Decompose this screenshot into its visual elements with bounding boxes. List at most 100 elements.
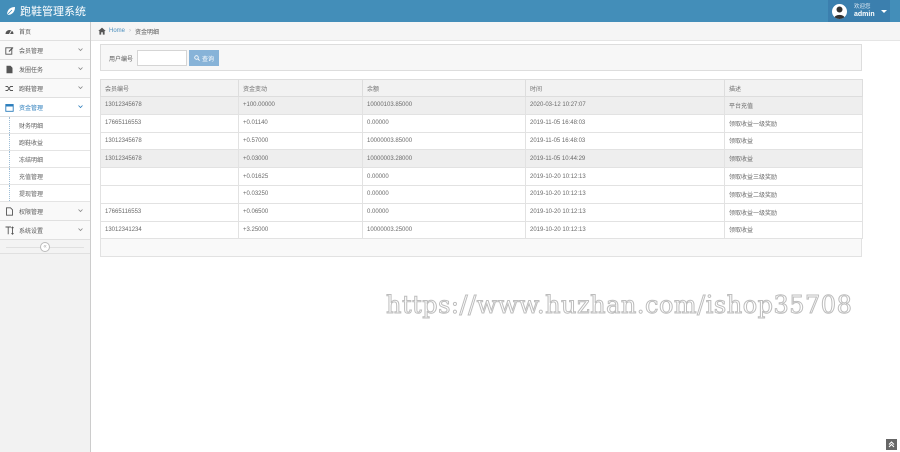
table-row[interactable]: 17665116553 +0.01140 0.00000 2019-11-05 … (100, 113, 863, 133)
sidebar-item-tasks[interactable]: 发圈任务 (0, 60, 90, 79)
caret-down-icon (880, 9, 887, 13)
breadcrumb-home[interactable]: Home (109, 28, 125, 34)
sidebar-item-funds[interactable]: 资金管理 (0, 98, 90, 117)
cell-description: 领取收益 (724, 149, 863, 169)
cell-amount-change: +0.06500 (238, 202, 363, 222)
table-row[interactable]: 17665116553 +0.06500 0.00000 2019-10-20 … (100, 202, 863, 222)
sidebar-collapse: « (0, 240, 90, 254)
chevron-down-icon (78, 105, 83, 109)
search-panel: 用户编号 查询 (100, 44, 862, 71)
cell-amount-change: +0.03000 (238, 149, 363, 169)
cell-amount-change: +100.00000 (238, 96, 363, 115)
user-menu[interactable]: 欢迎您 admin (828, 0, 890, 22)
cell-time: 2019-10-20 10:12:13 (525, 184, 725, 204)
cell-time: 2019-10-20 10:12:13 (525, 167, 725, 186)
chevron-down-icon (78, 228, 83, 232)
cell-amount-change: +0.03250 (238, 184, 363, 204)
file-alt-icon (5, 206, 14, 216)
sidebar-subitem-shoe-earnings[interactable]: 跑鞋收益 (0, 134, 90, 151)
chevron-down-icon (78, 67, 83, 71)
cell-description: 领取收益一级奖励 (724, 113, 863, 133)
cell-amount-change: +3.25000 (238, 220, 363, 240)
cell-member-id: 13012345678 (100, 131, 239, 151)
table-row[interactable]: 13012341234 +3.25000 10000003.25000 2019… (100, 220, 863, 240)
table-row[interactable]: +0.03250 0.00000 2019-10-20 10:12:13 领取收… (100, 184, 863, 204)
table-header-row: 会员编号 资金变动 余额 时间 描述 (100, 79, 863, 97)
column-header[interactable]: 余额 (362, 79, 526, 97)
sidebar-item-settings[interactable]: 系统设置 (0, 221, 90, 240)
search-icon (194, 55, 200, 61)
user-welcome: 欢迎您 (854, 4, 871, 10)
user-id-input[interactable] (137, 50, 187, 66)
cell-member-id (100, 167, 239, 186)
sidebar-item-shoes[interactable]: 跑鞋管理 (0, 79, 90, 98)
sidebar-subitem-recharge[interactable]: 充值管理 (0, 168, 90, 185)
chevron-down-icon (78, 48, 83, 52)
cell-balance: 10000003.25000 (362, 220, 526, 240)
sidebar-subitem-finance-detail[interactable]: 财务明细 (0, 117, 90, 134)
column-header[interactable]: 会员编号 (100, 79, 239, 97)
sidebar-subitem-frozen-detail[interactable]: 冻结明细 (0, 151, 90, 168)
cell-description: 领取收益一级奖励 (724, 202, 863, 222)
cell-balance: 0.00000 (362, 202, 526, 222)
cell-time: 2019-11-05 16:48:03 (525, 113, 725, 133)
cell-amount-change: +0.57000 (238, 131, 363, 151)
calendar-icon (5, 103, 14, 112)
top-navbar: 跑鞋管理系统 欢迎您 admin (0, 0, 900, 22)
sidebar-item-members[interactable]: 会员管理 (0, 41, 90, 60)
cell-description: 平台充值 (724, 96, 863, 115)
cell-description: 领取收益二级奖励 (724, 184, 863, 204)
avatar (832, 3, 847, 19)
cell-time: 2020-03-12 10:27:07 (525, 96, 725, 115)
file-icon (5, 65, 14, 74)
cell-member-id: 17665116553 (100, 202, 239, 222)
chevron-down-icon (78, 209, 83, 213)
table-row[interactable]: +0.01625 0.00000 2019-10-20 10:12:13 领取收… (100, 167, 863, 186)
app-title: 跑鞋管理系统 (20, 6, 86, 18)
cell-time: 2019-11-05 16:48:03 (525, 131, 725, 151)
home-icon (98, 27, 106, 35)
column-header[interactable]: 资金变动 (238, 79, 363, 97)
cell-description: 领取收益三级奖励 (724, 167, 863, 186)
double-chevron-up-icon (888, 441, 895, 448)
cell-balance: 10000103.85000 (362, 96, 526, 115)
text-height-icon (5, 225, 14, 235)
main-content: 用户编号 查询 会员编号 资金变动 余额 时间 描述 13012345678 +… (100, 44, 863, 258)
tachometer-icon (5, 27, 14, 36)
collapse-sidebar-button[interactable]: « (40, 242, 50, 252)
table-row[interactable]: 13012345678 +0.57000 10000003.85000 2019… (100, 131, 863, 151)
breadcrumb-separator: › (129, 28, 132, 34)
user-name: admin (854, 11, 875, 18)
search-button[interactable]: 查询 (189, 50, 219, 66)
column-header[interactable]: 描述 (724, 79, 863, 97)
cell-balance: 0.00000 (362, 113, 526, 133)
app-brand[interactable]: 跑鞋管理系统 (6, 4, 86, 18)
back-to-top-button[interactable] (886, 439, 897, 450)
cell-balance: 10000003.28000 (362, 149, 526, 169)
shuffle-icon (5, 84, 14, 93)
cell-balance: 0.00000 (362, 184, 526, 204)
cell-description: 领取收益 (724, 131, 863, 151)
cell-balance: 0.00000 (362, 167, 526, 186)
sidebar-subitem-withdraw[interactable]: 提现管理 (0, 185, 90, 202)
breadcrumb: Home › 资金明细 (91, 22, 900, 41)
cell-time: 2019-11-05 10:44:29 (525, 149, 725, 169)
table-row[interactable]: 13012345678 +100.00000 10000103.85000 20… (100, 96, 863, 115)
cell-amount-change: +0.01140 (238, 113, 363, 133)
edit-icon (5, 46, 14, 55)
sidebar-item-permissions[interactable]: 权限管理 (0, 202, 90, 221)
cell-time: 2019-10-20 10:12:13 (525, 202, 725, 222)
funds-detail-table: 会员编号 资金变动 余额 时间 描述 13012345678 +100.0000… (100, 79, 863, 240)
cell-member-id: 13012345678 (100, 149, 239, 169)
cell-member-id: 13012345678 (100, 96, 239, 115)
chevron-down-icon (78, 86, 83, 90)
table-row[interactable]: 13012345678 +0.03000 10000003.28000 2019… (100, 149, 863, 169)
watermark-text: https://www.huzhan.com/ishop35708 (385, 291, 853, 320)
breadcrumb-current: 资金明细 (135, 29, 160, 36)
column-header[interactable]: 时间 (525, 79, 725, 97)
cell-member-id: 17665116553 (100, 113, 239, 133)
sidebar-item-home[interactable]: 首页 (0, 22, 90, 41)
cell-balance: 10000003.85000 (362, 131, 526, 151)
cell-description: 领取收益 (724, 220, 863, 240)
leaf-icon (6, 7, 15, 16)
